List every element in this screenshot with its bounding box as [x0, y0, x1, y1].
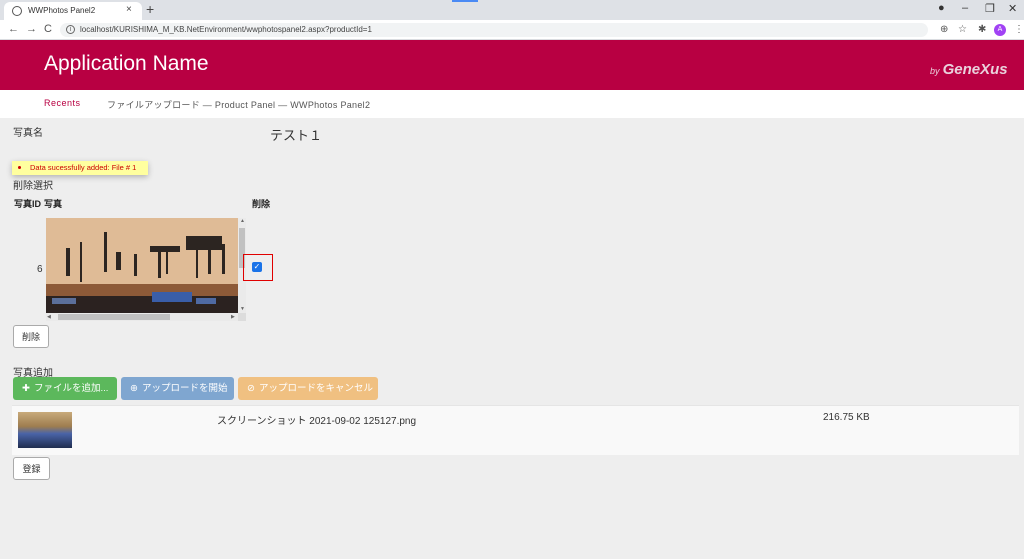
menu-dots-icon[interactable]: ⋮ [1014, 24, 1024, 35]
address-bar: ← → C i localhost/KURISHIMA_M_KB.NetEnvi… [0, 20, 1024, 40]
back-arrow-icon[interactable]: ← [8, 23, 19, 35]
column-header-photo: 写真 [44, 199, 63, 209]
breadcrumb-path[interactable]: ファイルアップロード — Product Panel — WWPhotos Pa… [107, 98, 370, 111]
photo-viewer[interactable]: ▲ ▼ ◀ ▶ [46, 218, 246, 321]
recents-link[interactable]: Recents [44, 98, 81, 108]
delete-checkbox[interactable]: ✓ [252, 262, 262, 272]
browser-tab[interactable]: WWPhotos Panel2 × [4, 2, 142, 20]
breadcrumb: Recents ファイルアップロード — Product Panel — WWP… [0, 90, 1024, 118]
scroll-down-icon[interactable]: ▼ [240, 306, 245, 312]
file-thumbnail [18, 412, 72, 448]
photo-name-label: 写真名 [13, 128, 43, 139]
photo-name-value: テスト１ [270, 128, 323, 143]
start-upload-label: アップロードを開始 [142, 383, 228, 394]
cancel-upload-button[interactable]: ⊘ アップロードをキャンセル [238, 377, 378, 400]
restore-icon[interactable]: ❐ [985, 2, 995, 15]
start-upload-button[interactable]: ⊕ アップロードを開始 [121, 377, 234, 400]
column-header-photo-id: 写真ID [14, 199, 42, 209]
forward-arrow-icon[interactable]: → [26, 23, 37, 35]
delete-button[interactable]: 削除 [13, 325, 49, 348]
plus-icon: ✚ [22, 383, 30, 394]
scroll-up-icon[interactable]: ▲ [240, 218, 245, 224]
reload-icon[interactable]: C [44, 23, 52, 35]
scroll-left-icon[interactable]: ◀ [47, 314, 51, 320]
app-name[interactable]: Application Name [44, 52, 209, 76]
cancel-icon: ⊘ [247, 383, 255, 394]
photo-horizontal-scrollbar[interactable]: ◀ ▶ [46, 313, 238, 321]
delete-select-label: 削除選択 [13, 181, 53, 192]
globe-icon [12, 6, 22, 16]
add-file-button[interactable]: ✚ ファイルを追加... [13, 377, 117, 400]
photo-picture [46, 218, 238, 313]
genexus-logo: by GeneXus [930, 61, 1008, 78]
app-header: Application Name by GeneXus [0, 40, 1024, 90]
close-tab-icon[interactable]: × [126, 4, 132, 15]
brand-prefix: by [930, 66, 940, 76]
new-tab-button[interactable]: + [146, 1, 154, 17]
cancel-upload-label: アップロードをキャンセル [259, 383, 374, 394]
add-file-label: ファイルを追加... [34, 383, 109, 394]
zoom-icon[interactable]: ⊕ [940, 24, 948, 35]
star-icon[interactable]: ☆ [958, 24, 967, 35]
loading-indicator [452, 0, 478, 2]
brand-name: GeneXus [942, 61, 1008, 78]
bullet-icon [18, 166, 21, 169]
minimize-icon[interactable]: – [962, 2, 968, 14]
photo-image [46, 218, 238, 313]
column-header-delete: 削除 [252, 199, 271, 209]
success-toast: Data sucessfully added: File # 1 [12, 161, 148, 175]
photo-id-cell: 6 [37, 264, 43, 275]
browser-tab-strip: WWPhotos Panel2 × + ● – ❐ ✕ [0, 0, 1024, 20]
url-text[interactable]: localhost/KURISHIMA_M_KB.NetEnvironment/… [80, 25, 372, 34]
close-window-icon[interactable]: ✕ [1008, 2, 1017, 15]
scroll-right-icon[interactable]: ▶ [231, 314, 235, 320]
file-name: スクリーンショット 2021-09-02 125127.png [217, 416, 417, 427]
horizontal-scroll-thumb[interactable] [58, 314, 170, 320]
url-field[interactable]: i localhost/KURISHIMA_M_KB.NetEnvironmen… [60, 23, 928, 37]
record-icon[interactable]: ● [938, 2, 945, 14]
profile-avatar[interactable]: A [994, 24, 1006, 36]
extensions-icon[interactable]: ✱ [978, 24, 986, 35]
toast-message: Data sucessfully added: File # 1 [30, 163, 137, 172]
info-icon[interactable]: i [66, 25, 75, 34]
tab-title: WWPhotos Panel2 [28, 6, 96, 15]
file-size: 216.75 KB [823, 412, 870, 423]
upload-icon: ⊕ [130, 383, 138, 394]
upload-file-row: スクリーンショット 2021-09-02 125127.png 216.75 K… [12, 405, 1019, 455]
register-button[interactable]: 登録 [13, 457, 50, 480]
